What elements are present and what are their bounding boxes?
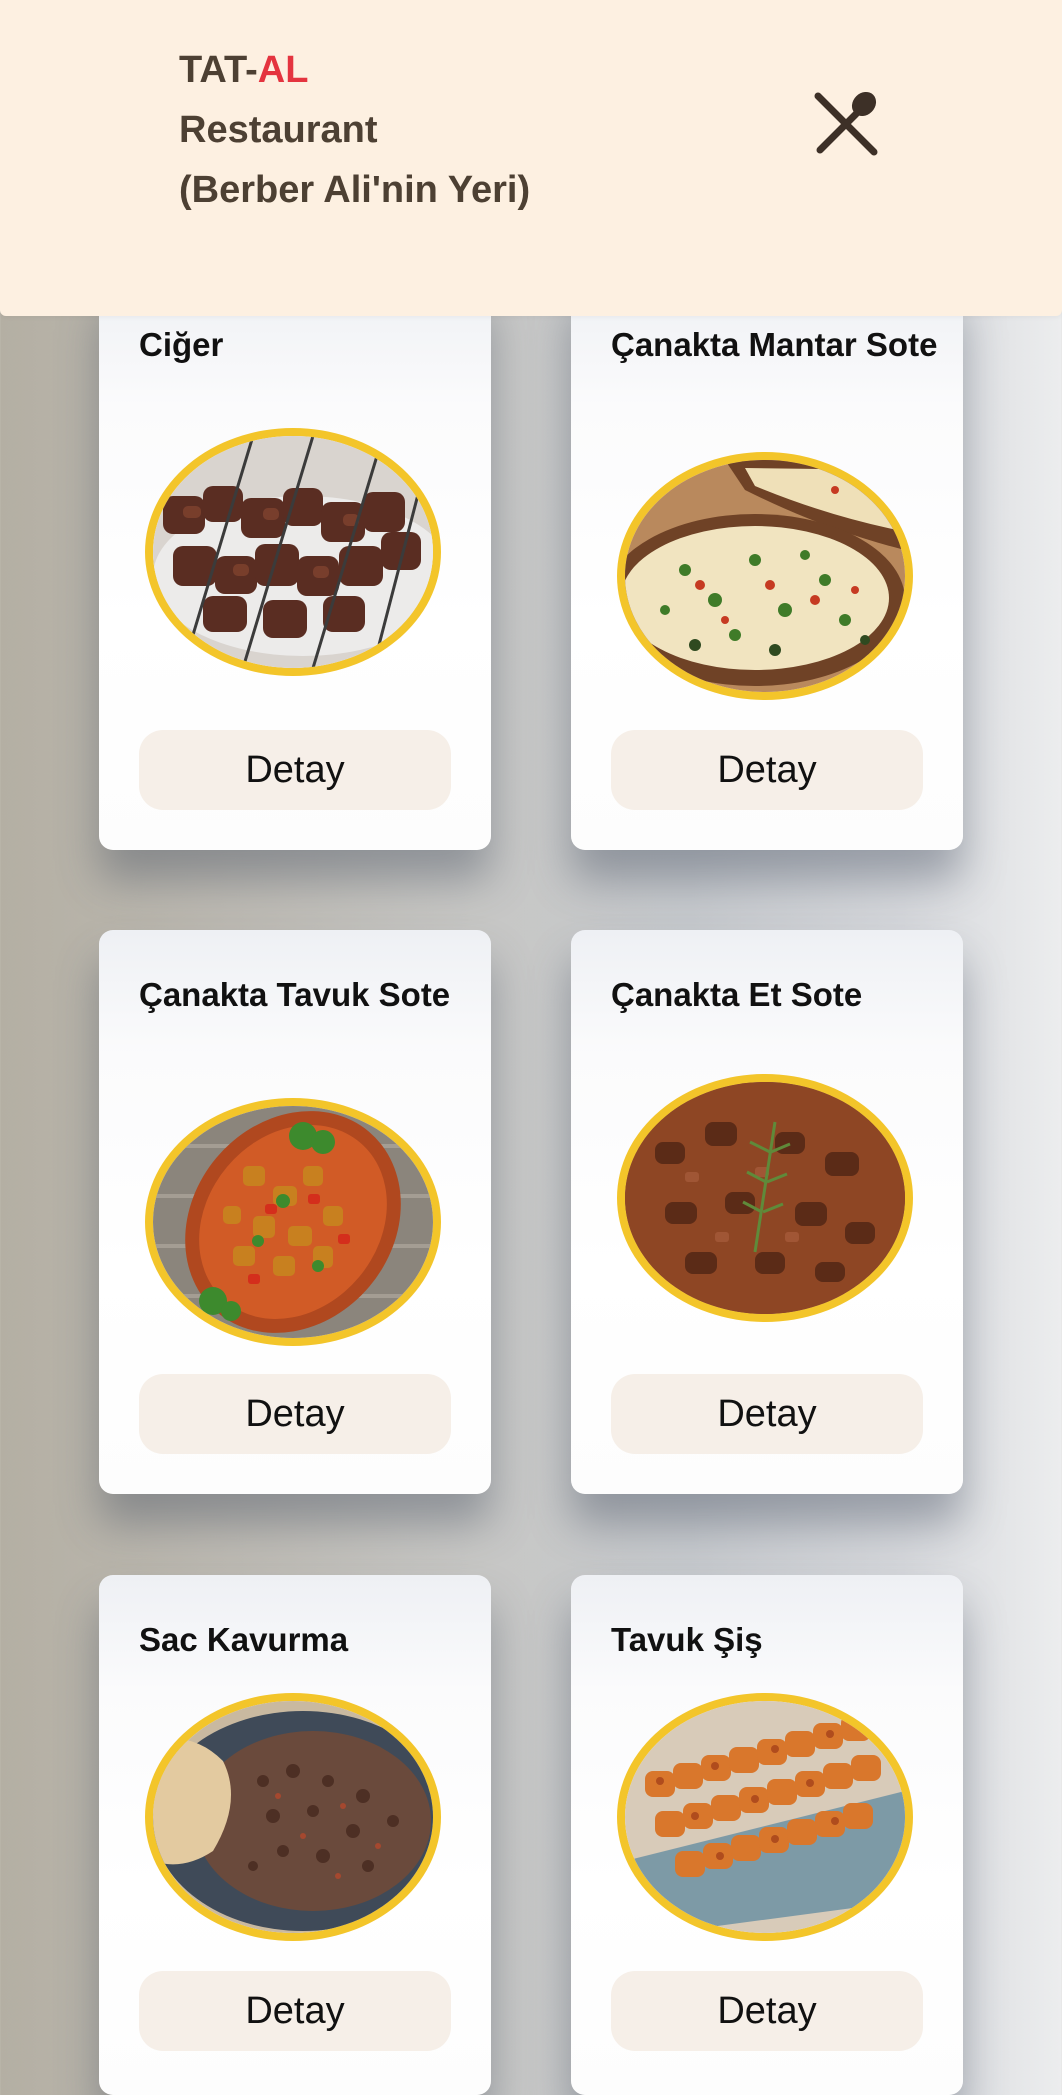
- detail-button[interactable]: Detay: [139, 1374, 451, 1454]
- menu-card: Çanakta Mantar Sote Detay: [571, 280, 963, 850]
- app-header: TAT-AL Restaurant (Berber Ali'nin Yeri): [0, 0, 1062, 316]
- chicken-saute-image: [145, 1098, 441, 1346]
- brand-tagline: (Berber Ali'nin Yeri): [179, 169, 531, 211]
- dish-name: Ciğer: [139, 326, 224, 363]
- brand-prefix: TAT-: [179, 49, 258, 91]
- detail-button[interactable]: Detay: [139, 730, 451, 810]
- chicken-skewers-image: [617, 1693, 913, 1941]
- menu-card: Ciğer Detay: [99, 280, 491, 850]
- brand-accent: AL: [257, 49, 309, 91]
- dish-name: Sac Kavurma: [139, 1621, 349, 1658]
- liver-skewers-image: [145, 428, 441, 676]
- detail-button[interactable]: Detay: [611, 1374, 923, 1454]
- meat-saute-image: [617, 1074, 913, 1322]
- detail-button[interactable]: Detay: [139, 1971, 451, 2051]
- utensils-icon[interactable]: [812, 88, 882, 158]
- sac-kavurma-image: [145, 1693, 441, 1941]
- menu-card: Sac Kavurma Detay: [99, 1575, 491, 2095]
- dish-name: Çanakta Tavuk Sote: [139, 976, 451, 1013]
- brand-title: TAT-AL: [179, 40, 530, 100]
- dish-name: Tavuk Şiş: [611, 1621, 763, 1658]
- brand-logo[interactable]: TAT-AL Restaurant (Berber Ali'nin Yeri): [179, 40, 530, 220]
- mushroom-saute-image: [617, 452, 913, 700]
- menu-card: Tavuk Şiş Detay: [571, 1575, 963, 2095]
- detail-button[interactable]: Detay: [611, 1971, 923, 2051]
- dish-name: Çanakta Mantar Sote: [611, 326, 938, 363]
- detail-button[interactable]: Detay: [611, 730, 923, 810]
- dish-name: Çanakta Et Sote: [611, 976, 863, 1013]
- menu-card: Çanakta Tavuk Sote Detay: [99, 930, 491, 1494]
- brand-subtitle: Restaurant: [179, 109, 378, 151]
- menu-card: Çanakta Et Sote Detay: [571, 930, 963, 1494]
